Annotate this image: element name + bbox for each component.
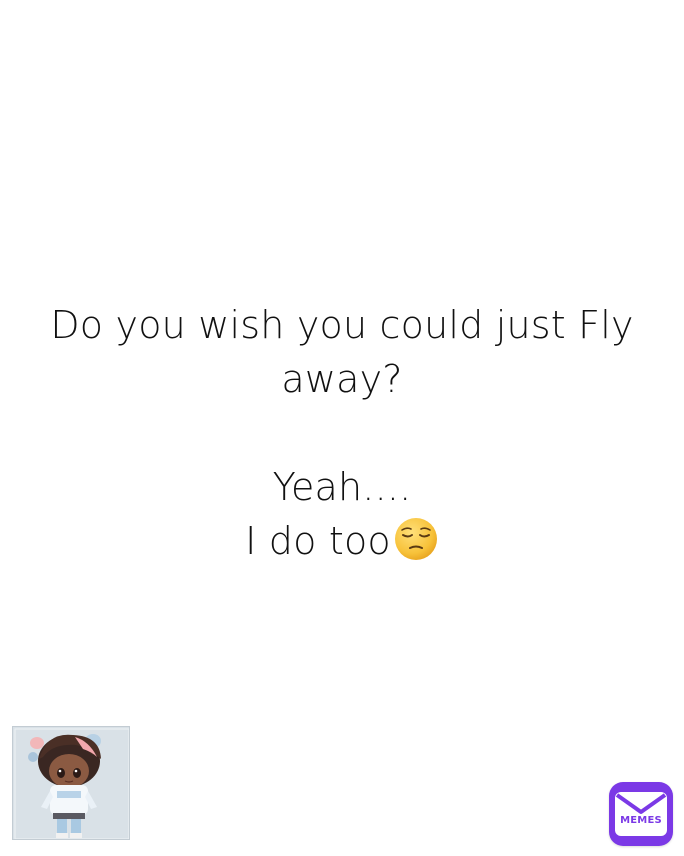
chibi-character-avatar xyxy=(13,727,129,839)
memes-logo-label: MEMES xyxy=(620,815,662,826)
caption-line-4-wrap: I do too xyxy=(20,514,664,568)
meme-caption: Do you wish you could just Fly away? Yea… xyxy=(20,298,664,568)
memes-logo[interactable]: MEMES xyxy=(609,782,673,846)
user-avatar[interactable] xyxy=(12,726,130,840)
caption-line-2: away? xyxy=(281,357,403,401)
caption-line-3: Yeah.... xyxy=(272,465,412,509)
caption-line-4: I do too xyxy=(245,519,391,563)
pensive-face-icon xyxy=(394,518,437,560)
envelope-icon xyxy=(615,792,667,836)
caption-line-1: Do you wish you could just Fly xyxy=(50,303,634,347)
